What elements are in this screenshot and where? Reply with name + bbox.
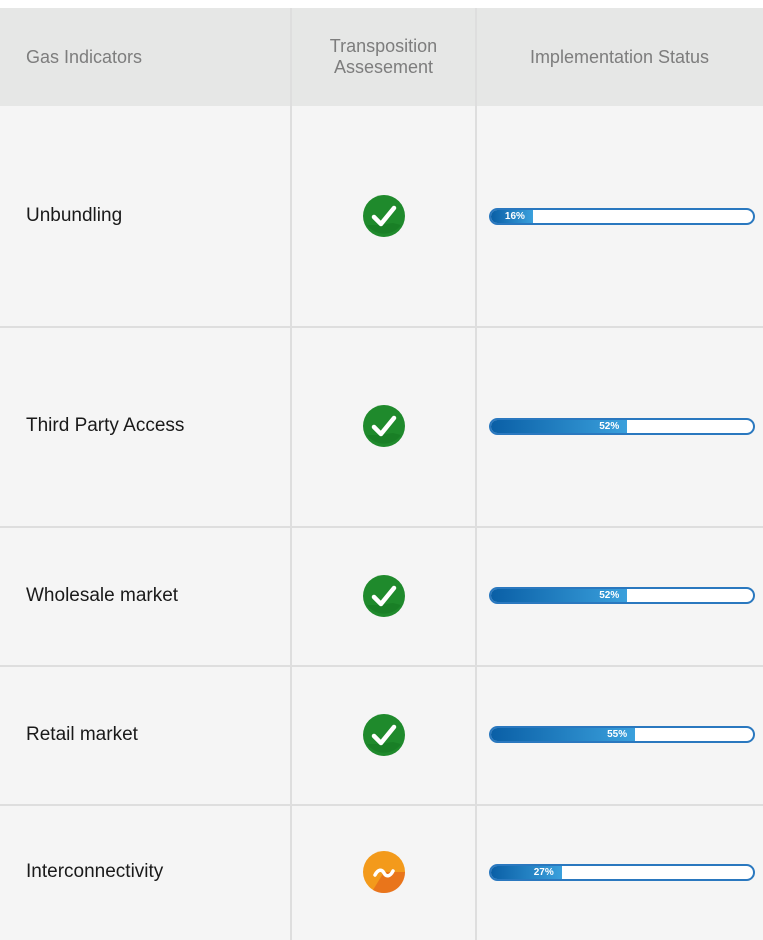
row-label: Wholesale market [26, 584, 179, 606]
table-row: Wholesale market 52% [0, 526, 763, 665]
row-label: Interconnectivity [26, 861, 164, 882]
implementation-progress-bar: 27% [489, 863, 755, 881]
checkmark-icon [363, 405, 405, 447]
header-transposition-assessment: Transposition Assesement [291, 8, 476, 106]
row-label: Unbundling [26, 205, 123, 226]
progress-fill: 55% [491, 728, 636, 741]
progress-percent-label: 52% [599, 420, 620, 432]
implementation-progress-bar: 16% [489, 207, 755, 225]
table-row: Third Party Access 52% [0, 326, 763, 526]
row-label: Retail market [26, 723, 138, 745]
indicators-table: Gas Indicators Transposition Assesement … [0, 8, 763, 940]
table-header: Gas Indicators Transposition Assesement … [0, 8, 763, 106]
implementation-progress-bar: 52% [489, 417, 755, 435]
progress-percent-label: 27% [533, 866, 554, 878]
table-row: Retail market 55% [0, 665, 763, 804]
implementation-progress-bar: 52% [489, 587, 755, 604]
header-implementation-status: Implementation Status [529, 46, 710, 67]
progress-fill: 27% [491, 865, 562, 879]
checkmark-icon [363, 713, 405, 756]
header-transposition-line1: Transposition [329, 36, 438, 56]
progress-fill: 52% [491, 419, 628, 433]
header-transposition-line2: Assesement [333, 57, 434, 77]
progress-percent-label: 52% [599, 590, 620, 601]
table-row: Interconnectivity 27% [0, 804, 763, 940]
progress-fill: 52% [491, 589, 628, 602]
implementation-progress-bar: 55% [489, 726, 755, 743]
progress-fill: 16% [491, 209, 533, 223]
progress-percent-label: 55% [607, 729, 628, 740]
checkmark-icon [363, 195, 405, 237]
header-gas-indicators: Gas Indicators [26, 46, 143, 67]
checkmark-icon [363, 574, 405, 617]
progress-percent-label: 16% [504, 210, 525, 222]
partial-tilde-icon [363, 851, 405, 893]
table-row: Unbundling 16% [0, 106, 763, 326]
row-label: Third Party Access [26, 415, 185, 436]
